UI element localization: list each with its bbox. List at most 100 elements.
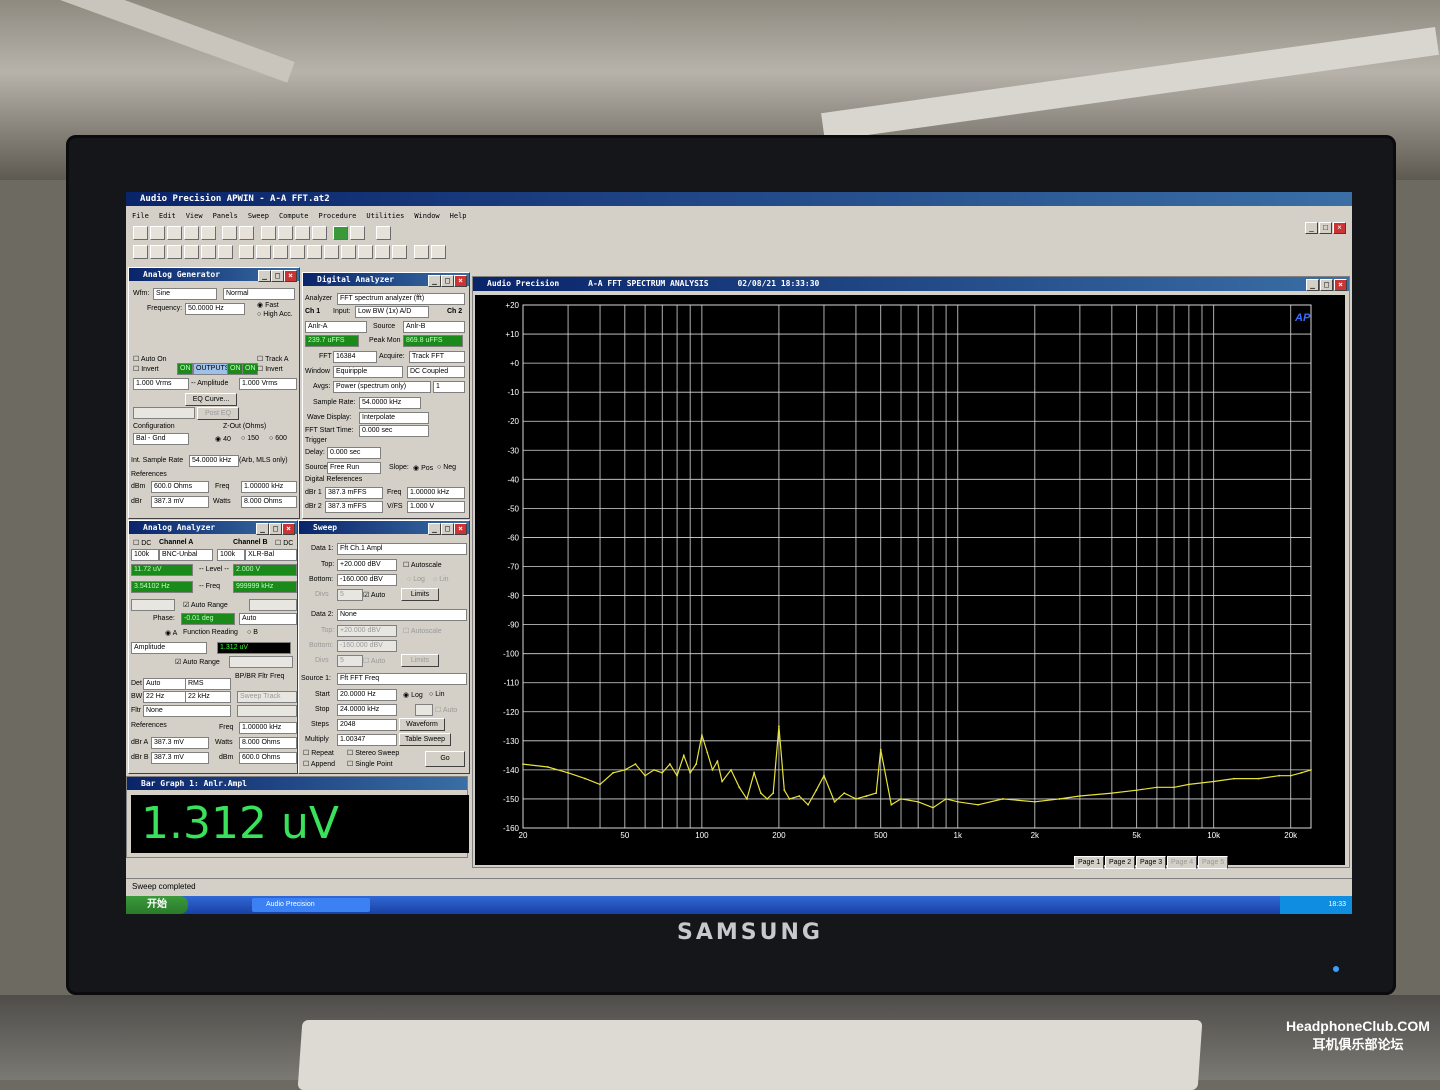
zout-150-radio[interactable]: ○ 150 xyxy=(241,435,259,442)
log2-radio[interactable]: ◉ Log xyxy=(403,691,423,699)
function-select[interactable]: Amplitude xyxy=(131,642,207,654)
avgs-select[interactable]: Power (spectrum only) xyxy=(333,381,431,393)
auto3-checkbox[interactable]: ☐ Auto xyxy=(435,706,457,714)
minimize-button[interactable]: _ xyxy=(1305,222,1318,234)
acquire-select[interactable]: Track FFT xyxy=(409,351,465,363)
filter-select[interactable]: None xyxy=(143,705,231,717)
autoscale-checkbox[interactable]: ☐ Autoscale xyxy=(403,561,442,569)
append-checkbox[interactable]: ☐ Append xyxy=(303,760,335,768)
wave-display-select[interactable]: Interpolate xyxy=(359,412,429,424)
single-point-checkbox[interactable]: ☐ Single Point xyxy=(347,760,393,768)
channel-a-on-indicator[interactable]: ON xyxy=(177,363,193,375)
macro-icon[interactable] xyxy=(413,245,429,259)
post-eq-button[interactable]: Post EQ xyxy=(197,407,239,420)
menu-view[interactable]: View xyxy=(186,212,203,220)
waveform-mode-select[interactable]: Normal xyxy=(223,288,295,300)
up-icon[interactable] xyxy=(375,245,391,259)
fft-start-field[interactable]: 0.000 sec xyxy=(359,425,429,437)
new-icon[interactable] xyxy=(133,226,148,240)
maximize-button[interactable]: □ xyxy=(269,523,282,535)
settings-icon[interactable] xyxy=(392,245,408,259)
close-button[interactable]: × xyxy=(282,523,295,535)
menu-compute[interactable]: Compute xyxy=(279,212,309,220)
close-button[interactable]: × xyxy=(454,275,467,287)
steps-field[interactable]: 2048 xyxy=(337,719,397,731)
waveform-button[interactable]: Waveform xyxy=(399,718,445,731)
detector-select[interactable]: Auto xyxy=(143,678,187,690)
dbm-field[interactable]: 600.0 Ohms xyxy=(239,752,297,764)
bottom-field[interactable]: -160.000 dBV xyxy=(337,574,397,586)
menu-panels[interactable]: Panels xyxy=(213,212,238,220)
input-select[interactable]: Low BW (1x) A/D xyxy=(355,306,429,318)
minimize-button[interactable]: _ xyxy=(256,523,269,535)
menu-edit[interactable]: Edit xyxy=(159,212,176,220)
filter-icon[interactable] xyxy=(201,245,216,259)
dbr2-field[interactable]: 387.3 mFFS xyxy=(325,501,383,513)
invert-a-checkbox[interactable]: ☐ Invert xyxy=(133,365,159,373)
source1-select[interactable]: Fft FFT Freq xyxy=(337,673,467,685)
dbr-ref-field[interactable]: 387.3 mV xyxy=(151,496,209,508)
limits-button[interactable]: Limits xyxy=(401,588,439,601)
bottom2-field[interactable]: -160.000 dBV xyxy=(337,640,397,652)
eq-curve-button[interactable]: EQ Curve... xyxy=(185,393,237,406)
vfs-field[interactable]: 1.000 V xyxy=(407,501,465,513)
restore-button[interactable]: □ xyxy=(1319,222,1332,234)
int-sample-rate-field[interactable]: 54.0000 kHz xyxy=(189,455,239,467)
channel-b-on-indicator[interactable]: ON xyxy=(242,363,258,375)
zout-40-radio[interactable]: ◉ 40 xyxy=(215,435,231,443)
auto2-checkbox[interactable]: ☐ Auto xyxy=(363,657,385,665)
multiply-field[interactable]: 1.00347 xyxy=(337,734,397,746)
go-icon[interactable] xyxy=(333,226,349,240)
minimize-button[interactable]: _ xyxy=(428,275,441,287)
page-tab-1[interactable]: Page 1 xyxy=(1074,856,1105,869)
dsp-icon[interactable] xyxy=(184,245,199,259)
slope-pos-radio[interactable]: ◉ Pos xyxy=(413,464,433,472)
menu-procedure[interactable]: Procedure xyxy=(318,212,356,220)
divs-field[interactable]: 5 xyxy=(337,589,363,601)
waveform-select[interactable]: Sine xyxy=(153,288,217,300)
trigger-source-select[interactable]: Free Run xyxy=(327,462,381,474)
taskbar-item-audio-precision[interactable]: Audio Precision xyxy=(252,898,370,912)
preview-icon[interactable] xyxy=(239,226,255,240)
autoscale2-checkbox[interactable]: ☐ Autoscale xyxy=(403,627,442,635)
minimize-button[interactable]: _ xyxy=(428,523,441,535)
export-icon[interactable] xyxy=(201,226,216,240)
input-b-select[interactable]: XLR-Bal xyxy=(245,549,297,561)
analyzer-icon[interactable] xyxy=(150,245,165,259)
maximize-button[interactable]: □ xyxy=(441,523,454,535)
print-icon[interactable] xyxy=(222,226,238,240)
page-tab-5[interactable]: Page 5 xyxy=(1198,856,1229,869)
invert-b-checkbox[interactable]: ☐ Invert xyxy=(257,365,283,373)
bw-high-select[interactable]: 22 kHz xyxy=(185,691,231,703)
meter-icon[interactable] xyxy=(218,245,233,259)
compute-icon[interactable] xyxy=(307,245,323,259)
function-b-radio[interactable]: ○ B xyxy=(247,629,258,636)
window-select[interactable]: Equiripple xyxy=(333,366,403,378)
lin-radio[interactable]: ○ Lin xyxy=(433,576,449,583)
bargraph-icon[interactable] xyxy=(256,245,272,259)
minimize-button[interactable]: _ xyxy=(258,270,271,282)
arrow-icon[interactable] xyxy=(358,245,374,259)
switcher-icon[interactable] xyxy=(290,245,306,259)
top2-field[interactable]: +20.000 dBV xyxy=(337,625,397,637)
minimize-button[interactable]: _ xyxy=(1306,279,1319,291)
close-button[interactable]: × xyxy=(1334,279,1347,291)
ch1-source-select[interactable]: Anlr-A xyxy=(305,321,367,333)
page-tab-3[interactable]: Page 3 xyxy=(1136,856,1167,869)
regulate-icon[interactable] xyxy=(273,245,289,259)
auto-range-checkbox[interactable]: ☑ Auto Range xyxy=(183,601,228,609)
amplitude-b-field[interactable]: 1.000 Vrms xyxy=(239,378,297,390)
cut-icon[interactable] xyxy=(260,226,276,240)
zout-600-radio[interactable]: ○ 600 xyxy=(269,435,287,442)
coupling-select[interactable]: DC Coupled xyxy=(407,366,465,378)
data2-select[interactable]: None xyxy=(337,609,467,621)
range-b-select[interactable]: 100k xyxy=(217,549,245,561)
menu-window[interactable]: Window xyxy=(414,212,439,220)
panel-icon[interactable] xyxy=(311,226,327,240)
generator-icon[interactable] xyxy=(133,245,148,259)
slope-neg-radio[interactable]: ○ Neg xyxy=(437,464,456,471)
table-icon[interactable] xyxy=(341,245,357,259)
log-radio[interactable]: ○ Log xyxy=(407,576,425,583)
menu-sweep[interactable]: Sweep xyxy=(248,212,269,220)
dbr-a-field[interactable]: 387.3 mV xyxy=(151,737,209,749)
